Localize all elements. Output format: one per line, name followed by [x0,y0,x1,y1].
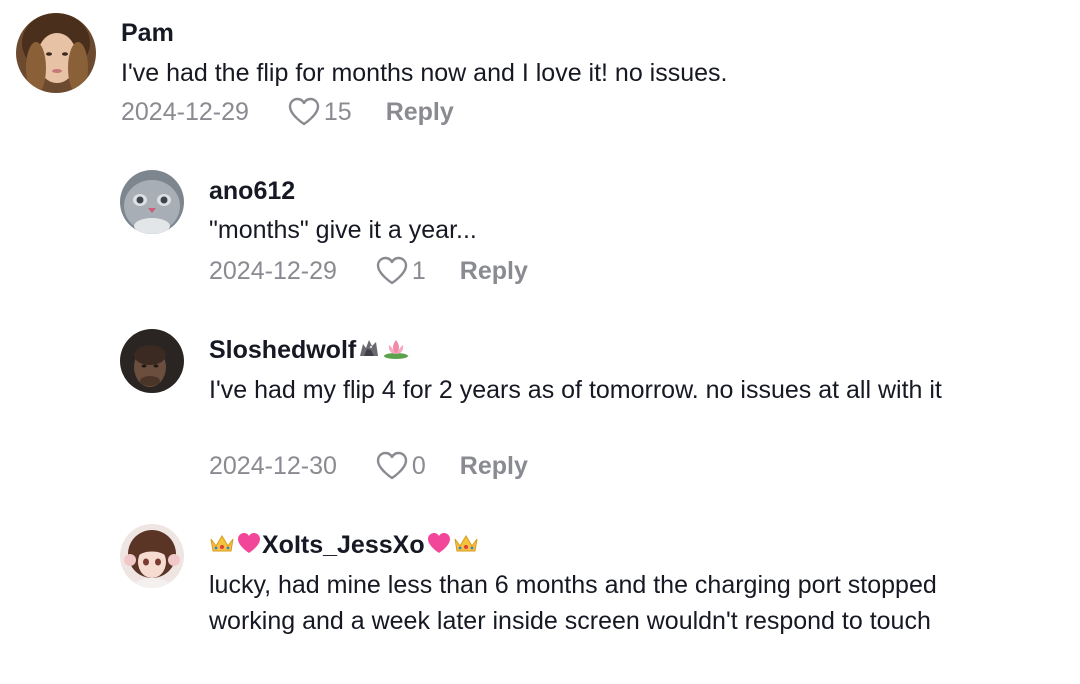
like-button[interactable]: 1 [375,255,426,287]
heart-icon [287,96,321,128]
like-count: 0 [411,451,426,480]
wolf-emoji [357,336,381,367]
comment-text: I've had my flip 4 for 2 years as of tom… [209,376,942,404]
comment-date: 2024-12-29 [209,256,337,285]
comment-username[interactable]: Sloshedwolf [209,335,409,367]
crown-emoji [209,531,235,562]
comment-text: I've had the flip for months now and I l… [121,59,728,87]
like-count: 15 [323,97,352,126]
like-button[interactable]: 0 [375,450,426,482]
heart-icon [375,450,409,482]
heart-icon [375,255,409,287]
comment-username[interactable]: ano612 [209,176,295,206]
avatar[interactable] [120,170,184,234]
comment-text: lucky, had mine less than 6 months and t… [209,571,937,635]
reply-button[interactable]: Reply [460,452,528,481]
comment-username[interactable]: XoIts_JessXo [209,530,479,562]
comment-text: "months" give it a year... [209,216,477,244]
username-text: XoIts_JessXo [262,531,425,559]
pink-heart-emoji [426,531,452,562]
avatar[interactable] [16,13,96,93]
like-count: 1 [411,256,426,285]
like-button[interactable]: 15 [287,96,352,128]
comment-meta: 2024-12-30 0 Reply [209,449,528,483]
reply-button[interactable]: Reply [460,257,528,286]
comment-username[interactable]: Pam [121,18,174,48]
avatar[interactable] [120,329,184,393]
pink-heart-emoji [236,531,262,562]
comment-meta: 2024-12-29 1 Reply [209,254,528,288]
reply-button[interactable]: Reply [386,98,454,127]
comments-panel: Pam I've had the flip for months now and… [0,0,1080,684]
comment-meta: 2024-12-29 15 Reply [121,95,454,129]
lotus-emoji [383,336,409,367]
username-text: Sloshedwolf [209,336,357,364]
crown-emoji [453,531,479,562]
comment-date: 2024-12-30 [209,451,337,480]
avatar[interactable] [120,524,184,588]
comment-date: 2024-12-29 [121,97,249,126]
